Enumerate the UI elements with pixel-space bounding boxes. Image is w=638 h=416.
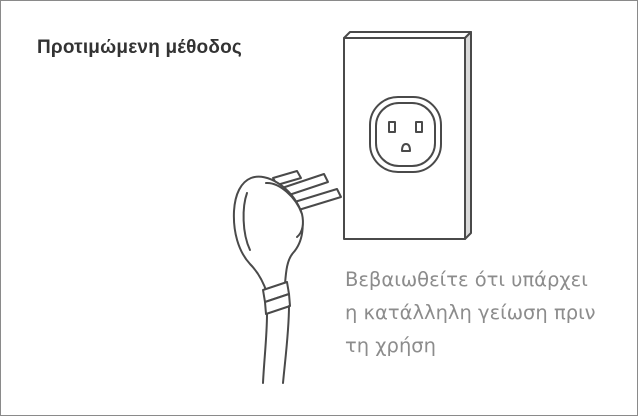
- grounding-instruction-text: Βεβαιωθείτε ότι υπάρχει η κατάλληλη γείω…: [345, 263, 596, 362]
- illustration-panel: Προτιμώμενη μέθοδος Βεβαιωθείτε ότι υπάρ…: [0, 0, 638, 416]
- caption-line: τη χρήση: [345, 334, 437, 357]
- wall-outlet-icon: [343, 31, 472, 240]
- grounded-plug-icon: [232, 170, 342, 384]
- caption-line: η κατάλληλη γείωση πριν: [345, 301, 596, 324]
- caption-line: Βεβαιωθείτε ότι υπάρχει: [345, 268, 588, 291]
